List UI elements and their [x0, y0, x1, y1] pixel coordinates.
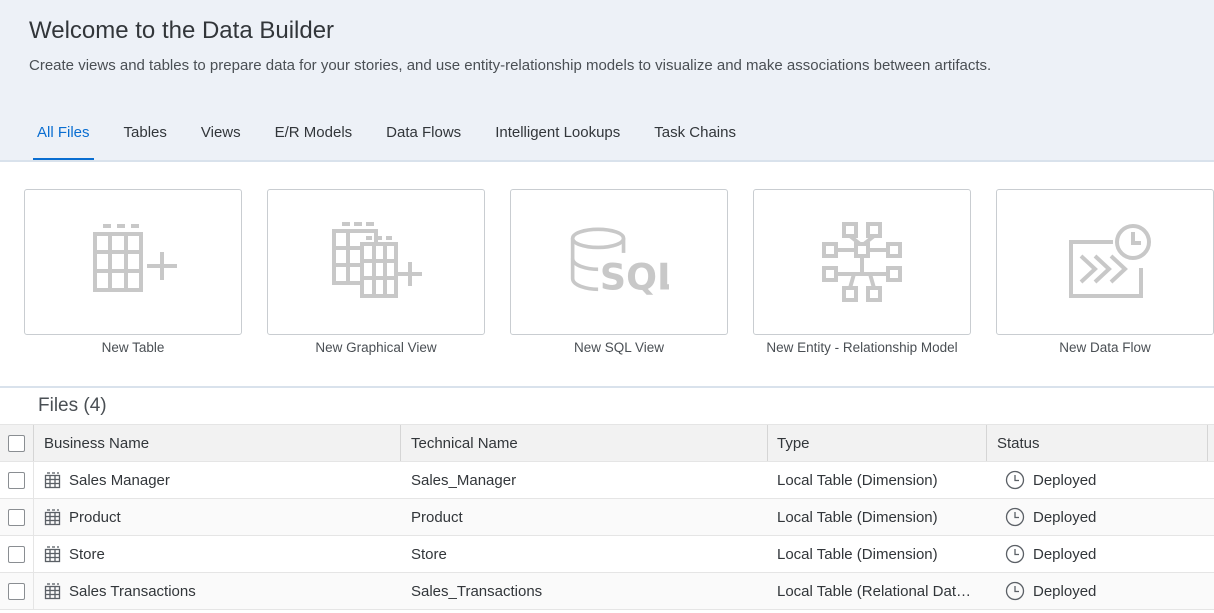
er-model-icon	[822, 222, 902, 302]
create-tiles: New Table New Graphical View SQ New SQL …	[0, 162, 1214, 387]
new-table-tile-box[interactable]	[24, 189, 242, 335]
new-data-flow-tile[interactable]: New Data Flow	[996, 189, 1214, 355]
new-data-flow-tile-box[interactable]	[996, 189, 1214, 335]
tab-task-chains[interactable]: Task Chains	[637, 115, 753, 160]
business-name-cell: Sales Transactions	[34, 573, 401, 609]
row-select-cell	[0, 462, 34, 498]
technical-name-cell: Sales_Manager	[411, 471, 517, 489]
status-text: Deployed	[1033, 508, 1097, 526]
row-checkbox[interactable]	[8, 545, 25, 563]
table-icon	[44, 471, 61, 489]
table-header: Business Name Technical Name Type Status	[0, 424, 1214, 462]
business-name-cell: Store	[34, 536, 401, 572]
new-graphical-view-tile-box[interactable]	[267, 189, 485, 335]
table-icon	[44, 508, 61, 526]
select-all-cell	[0, 425, 34, 461]
files-section-title: Files (4)	[38, 395, 107, 416]
status-text: Deployed	[1033, 471, 1097, 489]
table-row[interactable]: Sales Manager Sales_Manager Local Table …	[0, 462, 1214, 499]
clock-icon	[1005, 544, 1025, 564]
table-row[interactable]: Store Store Local Table (Dimension) Depl…	[0, 536, 1214, 573]
status-cell: Deployed	[987, 462, 1208, 498]
type-text: Local Table (Relational Dat…	[777, 582, 971, 600]
new-graphical-view-tile[interactable]: New Graphical View	[267, 189, 485, 355]
row-checkbox[interactable]	[8, 582, 25, 600]
svg-text:SQL: SQL	[600, 255, 669, 298]
tab-views[interactable]: Views	[184, 115, 258, 160]
tab-intelligent-lookups[interactable]: Intelligent Lookups	[478, 115, 637, 160]
column-header-technical-name[interactable]: Technical Name	[401, 425, 768, 461]
technical-name-cell: Product	[411, 508, 463, 526]
new-er-model-label: New Entity - Relationship Model	[766, 340, 958, 355]
tab-all-files[interactable]: All Files	[20, 115, 107, 160]
type-cell: Local Table (Dimension)	[777, 471, 938, 489]
row-checkbox[interactable]	[8, 471, 25, 489]
row-select-cell	[0, 536, 34, 572]
new-sql-view-tile[interactable]: SQL New SQL View	[510, 189, 728, 355]
new-sql-view-label: New SQL View	[573, 340, 665, 355]
sql-view-icon: SQL	[570, 227, 669, 298]
new-sql-view-tile-box[interactable]: SQL	[510, 189, 728, 335]
business-name-cell: Sales Manager	[34, 462, 401, 498]
status-text: Deployed	[1033, 545, 1097, 563]
select-all-checkbox[interactable]	[8, 434, 25, 452]
column-header-type[interactable]: Type	[768, 425, 987, 461]
table-row[interactable]: Sales Transactions Sales_Transactions Lo…	[0, 573, 1214, 610]
business-name-text: Store	[69, 545, 105, 563]
welcome-header: Welcome to the Data Builder Create views…	[0, 0, 1214, 160]
business-name-text: Sales Manager	[69, 471, 170, 489]
new-table-icon	[93, 224, 177, 292]
new-er-model-tile[interactable]: New Entity - Relationship Model	[753, 189, 971, 355]
type-cell: Local Table (Dimension)	[777, 508, 938, 526]
new-graphical-view-label: New Graphical View	[315, 340, 437, 355]
new-table-tile[interactable]: New Table	[24, 189, 242, 355]
new-table-label: New Table	[101, 340, 165, 355]
type-cell: Local Table (Dimension)	[777, 545, 938, 563]
status-cell: Deployed	[987, 499, 1208, 535]
clock-icon	[1005, 507, 1025, 527]
table-icon	[44, 582, 61, 600]
clock-icon	[1005, 581, 1025, 601]
business-name-text: Sales Transactions	[69, 582, 196, 600]
tab-data-flows[interactable]: Data Flows	[369, 115, 478, 160]
page-title: Welcome to the Data Builder	[29, 17, 335, 44]
technical-name-cell: Sales_Transactions	[411, 582, 543, 600]
table-icon	[44, 545, 61, 563]
row-checkbox[interactable]	[8, 508, 25, 526]
status-cell: Deployed	[987, 536, 1208, 572]
technical-name-cell: Store	[411, 545, 447, 563]
files-table: Business Name Technical Name Type Status…	[0, 424, 1214, 610]
tab-tables[interactable]: Tables	[107, 115, 184, 160]
new-er-model-tile-box[interactable]	[753, 189, 971, 335]
tab-bar: All Files Tables Views E/R Models Data F…	[20, 115, 753, 160]
page-subtitle: Create views and tables to prepare data …	[29, 57, 992, 74]
graphical-view-icon	[332, 222, 422, 298]
status-text: Deployed	[1033, 582, 1097, 600]
table-row[interactable]: Product Product Local Table (Dimension) …	[0, 499, 1214, 536]
tab-er-models[interactable]: E/R Models	[258, 115, 370, 160]
type-cell: Local Table (Relational Dat…	[768, 573, 987, 609]
section-divider	[0, 386, 1214, 388]
column-header-status[interactable]: Status	[987, 425, 1208, 461]
status-cell: Deployed	[987, 573, 1208, 609]
new-data-flow-label: New Data Flow	[1059, 340, 1151, 355]
data-flow-icon	[1069, 224, 1151, 298]
clock-icon	[1005, 470, 1025, 490]
row-select-cell	[0, 573, 34, 609]
row-select-cell	[0, 499, 34, 535]
business-name-cell: Product	[34, 499, 401, 535]
business-name-text: Product	[69, 508, 121, 526]
column-header-business-name[interactable]: Business Name	[34, 425, 401, 461]
